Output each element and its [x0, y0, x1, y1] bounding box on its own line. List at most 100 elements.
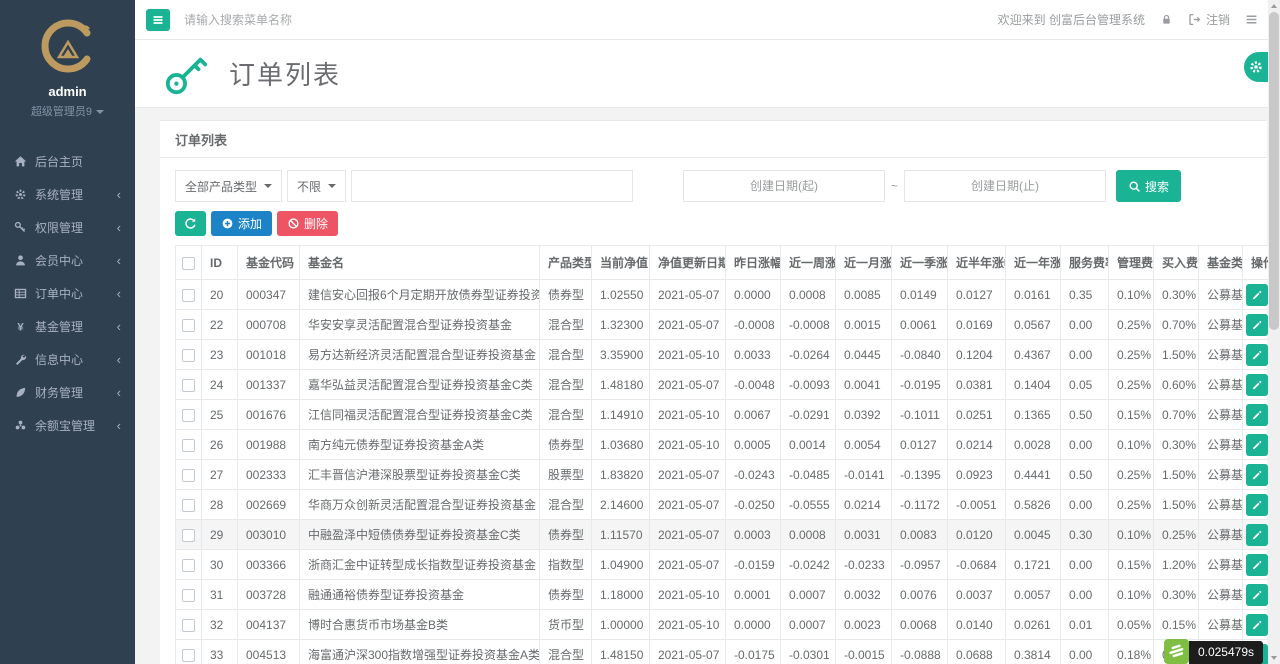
cell: 1.83820	[592, 460, 650, 490]
edit-button[interactable]	[1246, 584, 1268, 606]
sidebar-item-5[interactable]: 订单中心‹	[0, 279, 135, 309]
user-role[interactable]: 超级管理员9	[0, 103, 135, 119]
user-profile: admin 超级管理员9	[0, 0, 135, 129]
cell: 0.0120	[948, 520, 1006, 550]
select-all-checkbox[interactable]	[182, 257, 195, 270]
add-button[interactable]: 添加	[211, 211, 272, 236]
scrollbar-thumb[interactable]	[1269, 12, 1279, 330]
edit-button[interactable]	[1246, 554, 1268, 576]
column-header: 近一年涨幅	[1006, 246, 1061, 280]
topbar-right: 欢迎来到 创富后台管理系统 注销	[998, 11, 1258, 28]
edit-button[interactable]	[1246, 374, 1268, 396]
column-header: 买入费率	[1154, 246, 1199, 280]
cell: -0.0015	[836, 640, 892, 664]
table-row: 26001988南方纯元债券型证券投资基金A类债券型1.036802021-05…	[176, 430, 1271, 460]
product-type-select[interactable]: 全部产品类型	[175, 170, 282, 202]
edit-button[interactable]	[1246, 494, 1268, 516]
cell: 003728	[238, 580, 300, 610]
date-end-input[interactable]	[904, 170, 1106, 202]
cell: 0.0067	[726, 400, 781, 430]
scroll-up-icon[interactable]	[1271, 4, 1277, 8]
pencil-icon	[1251, 349, 1263, 361]
cell: 公募基金	[1199, 400, 1243, 430]
row-checkbox[interactable]	[182, 409, 195, 422]
refresh-button[interactable]	[175, 211, 206, 236]
row-checkbox[interactable]	[182, 619, 195, 632]
edit-button[interactable]	[1246, 434, 1268, 456]
cell: 0.25%	[1109, 340, 1154, 370]
cell: 2021-05-07	[650, 280, 726, 310]
cell: 汇丰晋信沪港深股票型证券投资基金C类	[300, 460, 540, 490]
cell: 0.1365	[1006, 400, 1061, 430]
row-checkbox[interactable]	[182, 439, 195, 452]
trace-toggle-icon[interactable]	[1164, 639, 1189, 664]
table-row: 25001676江信同福灵活配置混合型证券投资基金C类混合型1.14910202…	[176, 400, 1271, 430]
table-row: 22000708华安安享灵活配置混合型证券投资基金混合型1.323002021-…	[176, 310, 1271, 340]
logout-link[interactable]: 注销	[1188, 11, 1230, 28]
row-checkbox[interactable]	[182, 499, 195, 512]
sidebar-item-6[interactable]: ¥基金管理‹	[0, 312, 135, 342]
cell: 浙商汇金中证转型成长指数型证券投资基金	[300, 550, 540, 580]
edit-button[interactable]	[1246, 614, 1268, 636]
sidebar-item-4[interactable]: 会员中心‹	[0, 246, 135, 276]
menu-toggle-button[interactable]	[146, 9, 170, 31]
cell: 0.50	[1061, 460, 1109, 490]
keyword-input[interactable]	[351, 170, 633, 202]
edit-button[interactable]	[1246, 524, 1268, 546]
yen-icon: ¥	[14, 320, 28, 334]
sidebar-item-3[interactable]: 权限管理‹	[0, 213, 135, 243]
cell: 1.14910	[592, 400, 650, 430]
plus-circle-icon	[221, 217, 234, 230]
search-button[interactable]: 搜索	[1116, 170, 1181, 202]
menu-search-input[interactable]	[184, 13, 414, 27]
sidebar-item-8[interactable]: 财务管理‹	[0, 378, 135, 408]
sidebar-item-1[interactable]: 后台主页	[0, 147, 135, 177]
pencil-icon	[1251, 439, 1263, 451]
cell: 0.60%	[1154, 370, 1199, 400]
date-start-input[interactable]	[683, 170, 885, 202]
scroll-down-icon[interactable]	[1271, 656, 1277, 660]
username[interactable]: admin	[0, 84, 135, 99]
cell: 0.01	[1061, 610, 1109, 640]
edit-button[interactable]	[1246, 284, 1268, 306]
edit-button[interactable]	[1246, 314, 1268, 336]
row-checkbox[interactable]	[182, 319, 195, 332]
sidebar-item-7[interactable]: 信息中心‹	[0, 345, 135, 375]
lock-icon[interactable]	[1160, 13, 1173, 26]
cell: 003366	[238, 550, 300, 580]
cell: 31	[202, 580, 238, 610]
cell: 0.0169	[948, 310, 1006, 340]
limit-select[interactable]: 不限	[287, 170, 346, 202]
row-checkbox[interactable]	[182, 289, 195, 302]
row-checkbox[interactable]	[182, 379, 195, 392]
edit-button[interactable]	[1246, 344, 1268, 366]
home-icon	[14, 155, 28, 169]
edit-button[interactable]	[1246, 404, 1268, 426]
table-row: 27002333汇丰晋信沪港深股票型证券投资基金C类股票型1.838202021…	[176, 460, 1271, 490]
row-checkbox[interactable]	[182, 649, 195, 662]
delete-button[interactable]: 删除	[277, 211, 338, 236]
pencil-icon	[1251, 529, 1263, 541]
theme-settings-tab[interactable]	[1244, 52, 1268, 82]
cell: 0.0127	[948, 280, 1006, 310]
table-body: 20000347建信安心回报6个月定期开放债券型证券投资基金C类债券型1.025…	[176, 280, 1271, 664]
page-scrollbar[interactable]	[1268, 0, 1280, 664]
cell: 0.0214	[836, 490, 892, 520]
cell: 0.1404	[1006, 370, 1061, 400]
edit-button[interactable]	[1246, 464, 1268, 486]
row-checkbox[interactable]	[182, 529, 195, 542]
cell: 公募基金	[1199, 280, 1243, 310]
column-header: 基金代码	[238, 246, 300, 280]
cell: 22	[202, 310, 238, 340]
sidebar-item-9[interactable]: 余额宝管理‹	[0, 411, 135, 441]
cell: 0.00	[1061, 310, 1109, 340]
row-checkbox[interactable]	[182, 589, 195, 602]
pencil-icon	[1251, 409, 1263, 421]
sidebar-item-2[interactable]: 系统管理‹	[0, 180, 135, 210]
cell: 0.50	[1061, 400, 1109, 430]
row-checkbox[interactable]	[182, 349, 195, 362]
row-checkbox[interactable]	[182, 469, 195, 482]
cell: 1.32300	[592, 310, 650, 340]
bars-icon[interactable]	[1245, 13, 1258, 26]
row-checkbox[interactable]	[182, 559, 195, 572]
